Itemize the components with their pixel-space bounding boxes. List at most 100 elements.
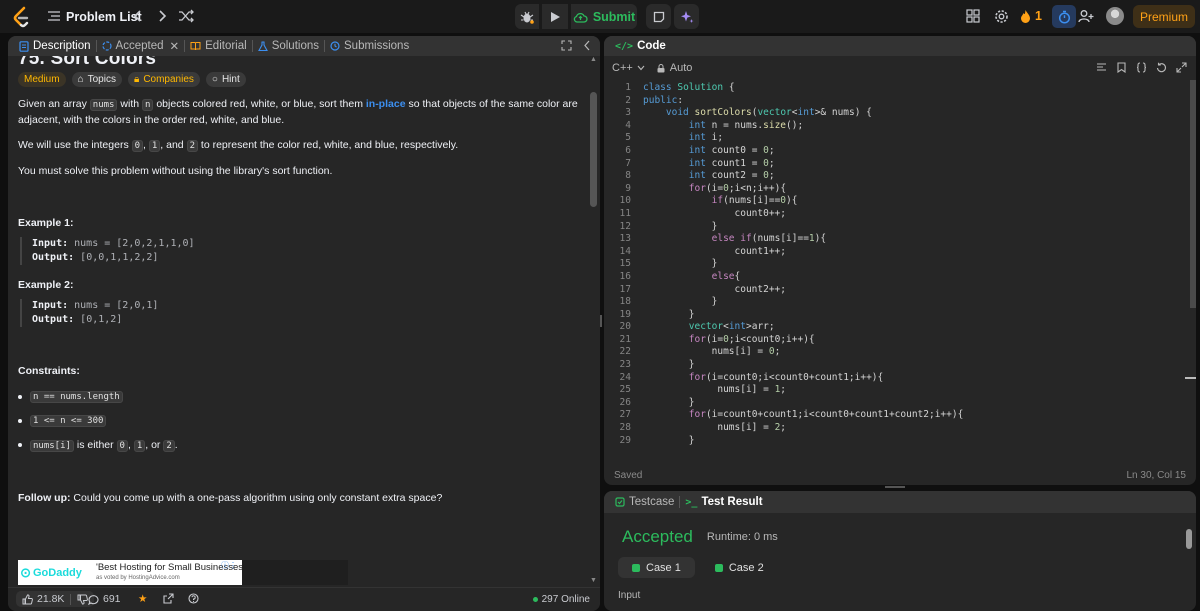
premium-button[interactable]: Premium (1133, 5, 1195, 28)
problem-list-button[interactable]: Problem List (48, 0, 142, 33)
code-line[interactable]: 27 for(i=count0+count1;i<count0+count1+c… (604, 409, 1196, 422)
code-text: int count2 = 0; (688, 170, 775, 182)
scroll-down-icon[interactable]: ▼ (590, 577, 597, 584)
language-select[interactable]: C++ (612, 62, 645, 74)
code-line[interactable]: 22 nums[i] = 0; (604, 346, 1196, 359)
code-line[interactable]: 20 vector<int>arr; (604, 321, 1196, 334)
code-line[interactable]: 28 nums[i] = 2; (604, 422, 1196, 435)
notes-button[interactable] (646, 4, 671, 29)
auto-mode[interactable]: Auto (657, 62, 692, 74)
description-paragraph: You must solve this problem without usin… (18, 165, 333, 177)
code-editor[interactable]: 1 class Solution {2 public: 3 void sortColo… (604, 82, 1196, 462)
line-number: 12 (619, 220, 631, 232)
avatar[interactable] (1106, 7, 1124, 25)
code-line[interactable]: 5 int i; (604, 132, 1196, 145)
tab-accepted[interactable]: Accepted ✕ (97, 39, 185, 53)
companies-chip[interactable]: 🔒︎ Companies (127, 72, 200, 87)
ad-info-icon[interactable]: ⓘ⋮ (221, 560, 241, 572)
vertical-resize-handle[interactable] (600, 315, 602, 327)
code-text: vector<int>arr; (688, 321, 775, 333)
line-number: 16 (619, 270, 631, 282)
layout-icon[interactable] (966, 9, 980, 23)
tab-code[interactable]: </> Code (610, 40, 671, 52)
code-line[interactable]: 21 for(i=0;i<count0;i++){ (604, 334, 1196, 347)
code-text: } (643, 359, 695, 371)
scrollbar-thumb[interactable] (1186, 529, 1192, 549)
code-line[interactable]: 13 else if(nums[i]==1){ (604, 233, 1196, 246)
ai-assistant-button[interactable] (674, 4, 699, 29)
scrollbar-thumb[interactable] (590, 92, 597, 207)
braces-icon[interactable] (1136, 62, 1147, 76)
case-1-tab[interactable]: Case 1 (618, 557, 695, 578)
code-line[interactable]: 1 class Solution { (604, 82, 1196, 95)
tab-test-result[interactable]: >_ Test Result (680, 496, 767, 508)
code-line[interactable]: 19 } (604, 309, 1196, 322)
advertisement[interactable]: ⊙ GoDaddy 'Best Hosting for Small Busines… (18, 560, 348, 585)
help-icon[interactable] (188, 593, 199, 604)
code-line[interactable]: 15 } (604, 258, 1196, 271)
reset-icon[interactable] (1156, 62, 1167, 76)
tab-submissions[interactable]: Submissions (325, 40, 414, 52)
previous-problem-button[interactable] (133, 8, 143, 24)
hint-chip[interactable]: ○ Hint (205, 72, 246, 87)
code-line[interactable]: 4 int n = nums.size(); (604, 120, 1196, 133)
next-problem-button[interactable] (157, 8, 167, 24)
code-line[interactable]: 11 count0++; (604, 208, 1196, 221)
code-line[interactable]: 10 if(nums[i]==0){ (604, 195, 1196, 208)
code-line[interactable]: 16 else{ (604, 271, 1196, 284)
scrollbar-thumb[interactable] (1190, 80, 1196, 308)
inline-code: n (142, 99, 154, 111)
scroll-up-icon[interactable]: ▲ (590, 56, 597, 63)
code-line[interactable]: 17 count2++; (604, 284, 1196, 297)
comments-button[interactable]: 691 (88, 593, 121, 605)
code-line[interactable]: 2 public: (604, 95, 1196, 108)
share-icon[interactable] (163, 593, 174, 604)
code-line[interactable]: 7 int count1 = 0; (604, 158, 1196, 171)
maximize-icon[interactable] (561, 40, 572, 54)
bookmark-icon[interactable] (1116, 62, 1127, 76)
code-text: } (643, 434, 695, 446)
check-icon (714, 563, 723, 572)
code-line[interactable]: 24 for(i=count0;i<count0+count1;i++){ (604, 372, 1196, 385)
tab-editorial[interactable]: Editorial (185, 40, 252, 52)
code-line[interactable]: 23 } (604, 359, 1196, 372)
code-line[interactable]: 14 count1++; (604, 246, 1196, 259)
tab-solutions[interactable]: Solutions (253, 40, 324, 52)
like-button[interactable]: 21.8K (16, 591, 95, 607)
gear-icon[interactable] (994, 9, 1009, 24)
add-user-button[interactable] (1078, 9, 1094, 23)
leetcode-logo[interactable] (12, 6, 32, 28)
code-line[interactable]: 3 void sortColors(vector<int>& nums) { (604, 107, 1196, 120)
collapse-panel-icon[interactable] (583, 40, 591, 54)
code-line[interactable]: 18 } (604, 296, 1196, 309)
text: . (174, 439, 178, 451)
code-text: count2++; (643, 283, 787, 295)
streak-counter[interactable]: 1 (1020, 9, 1042, 23)
debug-button[interactable] (515, 4, 539, 29)
code-line[interactable]: 12 } (604, 221, 1196, 234)
code-line[interactable]: 6 int count0 = 0; (604, 145, 1196, 158)
format-icon[interactable] (1096, 62, 1107, 76)
code-line[interactable]: 26 } (604, 397, 1196, 410)
timer-button[interactable] (1052, 5, 1076, 28)
topics-chip[interactable]: ⌂ Topics (71, 72, 122, 87)
code-line[interactable]: 9 for(i=0;i<n;i++){ (604, 183, 1196, 196)
tab-description[interactable]: Description (14, 40, 96, 52)
submit-button[interactable]: Submit (571, 4, 637, 29)
star-icon[interactable]: ★ (138, 593, 147, 605)
resize-handle[interactable] (885, 486, 905, 488)
expand-icon[interactable] (1176, 62, 1187, 76)
run-button[interactable] (542, 4, 568, 29)
description-paragraph: Given an array nums with n objects color… (18, 97, 578, 128)
code-line[interactable]: 8 int count2 = 0; (604, 170, 1196, 183)
close-icon[interactable]: ✕ (169, 39, 179, 53)
case-2-tab[interactable]: Case 2 (701, 557, 778, 578)
code-line[interactable]: 25 nums[i] = 1; (604, 384, 1196, 397)
line-number: 10 (619, 195, 631, 207)
like-count: 21.8K (37, 593, 65, 605)
random-problem-button[interactable] (178, 8, 194, 24)
tab-testcase[interactable]: Testcase (610, 496, 679, 508)
code-line[interactable]: 29 } (604, 435, 1196, 448)
in-place-link[interactable]: in-place (366, 98, 406, 110)
sparkle-icon (680, 10, 693, 23)
